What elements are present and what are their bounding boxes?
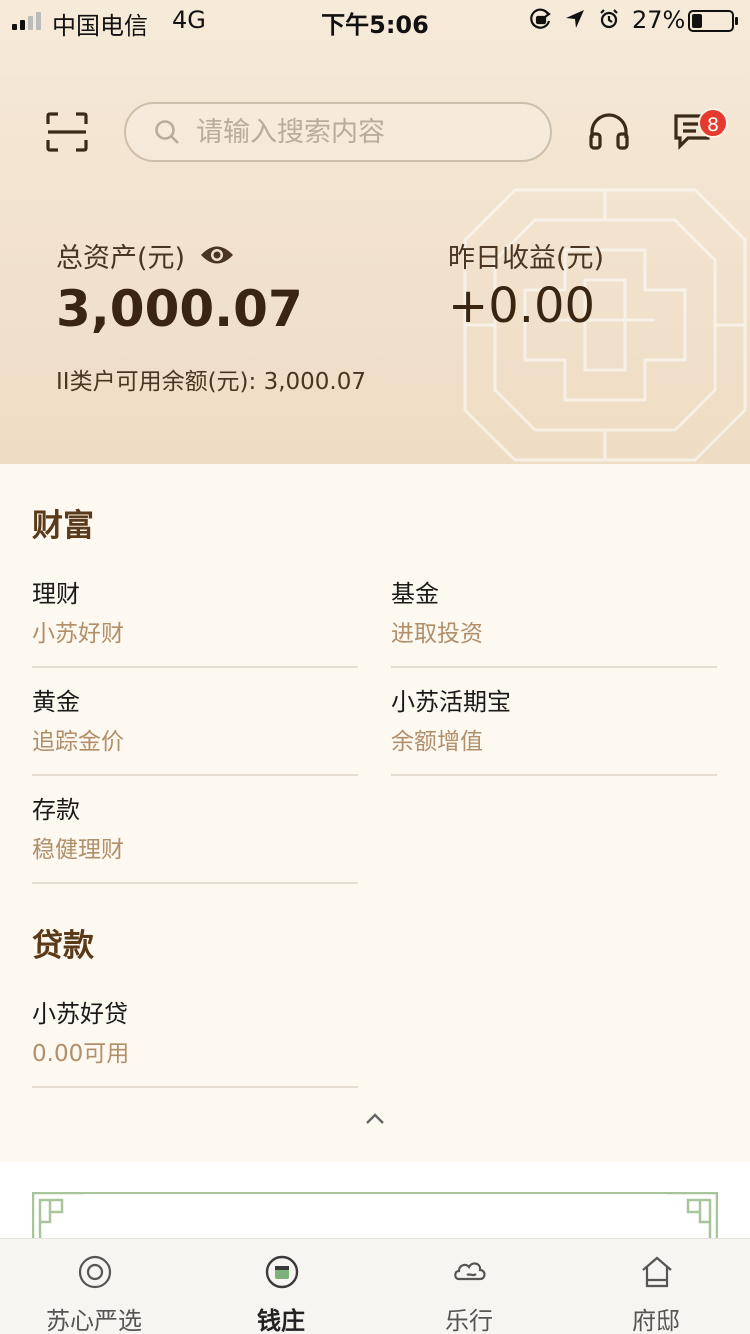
loan-item-xiaosu[interactable]: 小苏好贷 0.00可用 xyxy=(32,980,358,1088)
select-icon xyxy=(78,1255,112,1289)
item-desc: 进取投资 xyxy=(391,621,483,647)
item-name: 小苏活期宝 xyxy=(391,688,511,716)
tab-select[interactable]: 苏心严选 xyxy=(0,1239,188,1334)
orientation-lock-icon xyxy=(530,8,551,29)
chevron-up-icon[interactable] xyxy=(364,1112,386,1126)
alarm-icon xyxy=(600,9,618,29)
wealth-section-title: 财富 xyxy=(32,508,94,544)
tab-bar: 苏心严选 钱庄 乐行 府邸 xyxy=(0,1238,750,1334)
item-desc: 小苏好财 xyxy=(32,621,124,647)
battery-icon xyxy=(688,10,738,32)
tab-label: 乐行 xyxy=(445,1307,493,1334)
item-name: 存款 xyxy=(32,796,80,824)
item-name: 理财 xyxy=(32,580,80,608)
status-bar: 中国电信 4G 下午5:06 27% xyxy=(0,0,750,40)
message-count-badge: 8 xyxy=(698,108,728,138)
promo-banner[interactable] xyxy=(0,1162,750,1242)
tab-travel[interactable]: 乐行 xyxy=(375,1239,563,1334)
item-desc: 0.00可用 xyxy=(32,1041,130,1067)
total-assets-label: 总资产(元) xyxy=(56,243,186,274)
wealth-item-current-treasure[interactable]: 小苏活期宝 余额增值 xyxy=(391,668,717,776)
search-input[interactable] xyxy=(196,112,526,152)
bank-icon xyxy=(265,1255,299,1289)
item-name: 黄金 xyxy=(32,688,80,716)
headset-icon[interactable] xyxy=(588,112,630,152)
wealth-item-gold[interactable]: 黄金 追踪金价 xyxy=(32,668,358,776)
tab-home[interactable]: 府邸 xyxy=(562,1239,750,1334)
cloud-icon xyxy=(454,1262,486,1281)
battery-percent: 27% xyxy=(632,6,686,34)
search-icon xyxy=(155,120,179,144)
search-bar[interactable] xyxy=(124,102,552,162)
tab-bank[interactable]: 钱庄 xyxy=(187,1239,375,1334)
home-icon xyxy=(642,1256,672,1288)
total-assets-value: 3,000.07 xyxy=(56,280,303,338)
yesterday-earnings-label: 昨日收益(元) xyxy=(448,243,605,274)
item-desc: 余额增值 xyxy=(391,729,483,755)
wealth-item-licai[interactable]: 理财 小苏好财 xyxy=(32,560,358,668)
wealth-item-deposit[interactable]: 存款 稳健理财 xyxy=(32,776,358,884)
yesterday-earnings-value: +0.00 xyxy=(448,278,596,334)
corner-ornament xyxy=(32,1192,84,1240)
scan-icon[interactable] xyxy=(46,112,88,152)
corner-ornament xyxy=(666,1192,718,1240)
item-desc: 稳健理财 xyxy=(32,837,124,863)
account-balance-line: II类户可用余额(元): 3,000.07 xyxy=(56,369,366,395)
location-arrow-icon xyxy=(566,10,584,28)
loan-section-title: 贷款 xyxy=(32,928,94,964)
item-desc: 追踪金价 xyxy=(32,729,124,755)
item-name: 小苏好贷 xyxy=(32,1000,128,1028)
tab-label: 苏心严选 xyxy=(46,1307,142,1334)
wealth-item-fund[interactable]: 基金 进取投资 xyxy=(391,560,717,668)
eye-icon[interactable] xyxy=(200,244,234,266)
tab-label: 府邸 xyxy=(632,1307,680,1334)
item-name: 基金 xyxy=(391,580,439,608)
tab-label: 钱庄 xyxy=(257,1307,305,1334)
